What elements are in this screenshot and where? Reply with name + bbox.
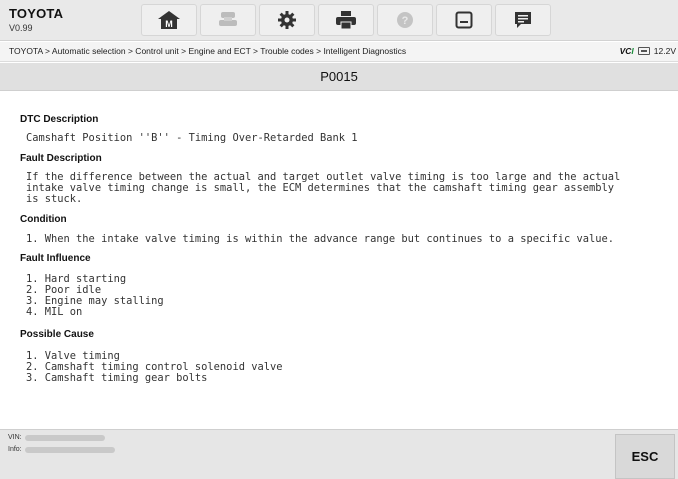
home-icon: M bbox=[158, 11, 180, 29]
settings-button[interactable] bbox=[259, 4, 315, 36]
data-logging-icon bbox=[515, 12, 531, 28]
help-icon: ? bbox=[397, 12, 413, 28]
possible-cause-list: 1. Valve timing 2. Camshaft timing contr… bbox=[20, 351, 658, 384]
vin-label: VIN: bbox=[8, 434, 22, 441]
vehicle-swap-button[interactable] bbox=[200, 4, 256, 36]
title-band: P0015 bbox=[0, 63, 678, 91]
list-item: 3. Camshaft timing gear bolts bbox=[26, 372, 208, 384]
list-item: 1. Hard starting bbox=[26, 273, 127, 285]
settings-gear-icon bbox=[278, 11, 296, 29]
svg-text:?: ? bbox=[402, 15, 409, 27]
fault-influence-heading: Fault Influence bbox=[20, 253, 91, 264]
fault-description-heading: Fault Description bbox=[20, 153, 102, 164]
vci-connection-indicator: VCI bbox=[619, 46, 634, 56]
top-toolbar: TOYOTA V0.99 M ? bbox=[0, 0, 678, 41]
home-button[interactable]: M bbox=[141, 4, 197, 36]
printer-icon bbox=[336, 11, 356, 30]
svg-text:M: M bbox=[165, 19, 173, 29]
bottom-bar: VIN: Info: ESC bbox=[0, 429, 678, 479]
dtc-detail-content[interactable]: DTC Description Camshaft Position ''B'' … bbox=[0, 92, 678, 429]
save-button[interactable] bbox=[436, 4, 492, 36]
print-button[interactable] bbox=[318, 4, 374, 36]
battery-voltage: 12.2V bbox=[653, 46, 676, 56]
condition-heading: Condition bbox=[20, 214, 67, 225]
fault-influence-list: 1. Hard starting 2. Poor idle 3. Engine … bbox=[20, 274, 658, 318]
vin-value-redacted bbox=[24, 434, 105, 441]
fault-description-text: If the difference between the actual and… bbox=[26, 171, 621, 205]
dtc-description-heading: DTC Description bbox=[20, 114, 99, 125]
info-label: Info: bbox=[8, 446, 22, 453]
brand-block: TOYOTA V0.99 bbox=[9, 6, 63, 33]
vehicle-swap-icon bbox=[219, 12, 237, 26]
dtc-description-text: Camshaft Position ''B'' - Timing Over-Re… bbox=[26, 132, 358, 144]
brand-name: TOYOTA bbox=[9, 6, 64, 21]
info-value-redacted bbox=[24, 446, 115, 453]
vin-row: VIN: bbox=[8, 434, 105, 441]
info-row: Info: bbox=[8, 446, 115, 453]
software-version: V0.99 bbox=[9, 23, 33, 33]
vci-status: VCI 12.2V bbox=[620, 46, 676, 56]
data-logging-button[interactable] bbox=[495, 4, 551, 36]
page-title: P0015 bbox=[320, 69, 358, 84]
condition-text: 1. When the intake valve timing is withi… bbox=[26, 233, 615, 245]
possible-cause-heading: Possible Cause bbox=[20, 329, 94, 340]
list-item: 3. Engine may stalling bbox=[26, 295, 164, 307]
save-icon bbox=[455, 11, 473, 29]
esc-button[interactable]: ESC bbox=[615, 434, 675, 479]
help-button[interactable]: ? bbox=[377, 4, 433, 36]
list-item: 4. MIL on bbox=[26, 306, 83, 318]
breadcrumb-bar: TOYOTA > Automatic selection > Control u… bbox=[0, 42, 678, 62]
breadcrumb: TOYOTA > Automatic selection > Control u… bbox=[9, 46, 407, 56]
battery-icon bbox=[637, 47, 650, 55]
